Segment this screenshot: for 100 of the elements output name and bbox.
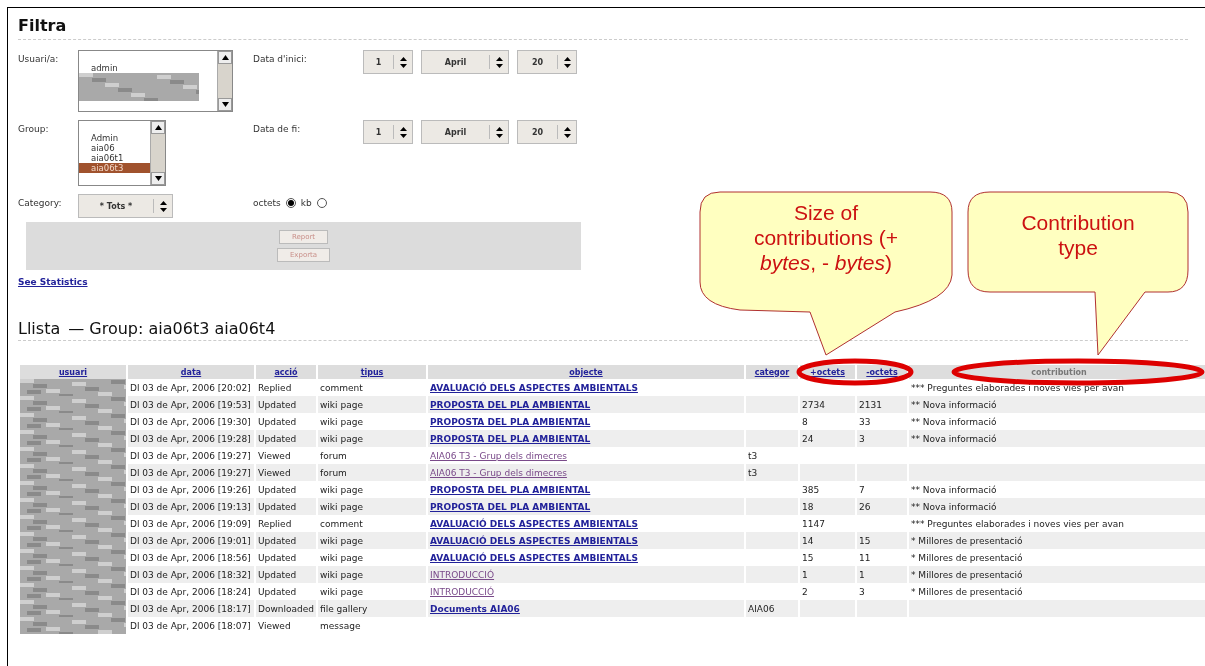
table-cell-text: Dl 03 de Apr, 2006 [19:30] [129,415,252,429]
table-cell-text: Updated [257,483,298,497]
table-cell: * Millores de presentació [909,566,1205,583]
table-cell-text: Updated [257,415,298,429]
table-cell: Updated [256,430,316,447]
table-cell-text: Dl 03 de Apr, 2006 [20:02] [129,381,252,395]
radio-label: kb [300,198,312,208]
column-header-link[interactable]: data [180,367,202,377]
group-listbox[interactable]: Admin aia06 aia06t1 aia06t3 [78,120,166,186]
table-cell: 26 [857,498,907,515]
column-header-link[interactable]: +octets [810,367,845,377]
field-label: Data de fi: [253,123,302,134]
dropdown[interactable]: * Tots * [78,194,173,218]
dropdown[interactable]: 1 [363,120,413,144]
section-title: Filtra [18,16,67,35]
table-cell: Downloaded [256,600,316,617]
table-cell-text: 15 [801,551,815,565]
table-cell-text: Updated [257,585,298,599]
table-cell-text: 8 [801,415,809,429]
table-cell: Updated [256,498,316,515]
object-link[interactable]: PROPOSTA DEL PLA AMBIENTAL [430,484,591,495]
table-cell: ** Nova informació [909,498,1205,515]
table-cell-text: forum [319,449,348,463]
callout-text: Size of contributions (+ bytes, - bytes) [752,200,900,275]
table-cell: wiki page [318,498,426,515]
column-header-link[interactable]: objecte [569,367,603,377]
object-link[interactable]: AIA06 T3 - Grup dels dimecres [430,450,567,461]
table-cell: 3 [857,430,907,447]
table-cell: file gallery [318,600,426,617]
table-cell-text: 7 [858,483,866,497]
table-cell: wiki page [318,430,426,447]
table-cell: ** Nova informació [909,396,1205,413]
table-cell: Dl 03 de Apr, 2006 [19:27] [128,464,254,481]
table-cell-text: 33 [858,415,872,429]
table-cell-text: 2 [801,585,809,599]
column-header-link[interactable]: tipus [360,367,384,377]
table-cell-text: Dl 03 de Apr, 2006 [18:56] [129,551,252,565]
table-cell-text: Dl 03 de Apr, 2006 [19:26] [129,483,252,497]
table-cell: wiki page [318,532,426,549]
table-cell-text: *** Preguntes elaborades i noves vies per avan [910,517,1125,531]
table-cell: Dl 03 de Apr, 2006 [18:17] [128,600,254,617]
table-cell: forum [318,464,426,481]
table-cell: Updated [256,532,316,549]
table-cell: 1 [857,566,907,583]
field-label: Category: [18,197,63,208]
column-header-link[interactable]: -octets [866,367,898,377]
table-cell-text: message [319,619,362,633]
field-label: Group: [18,123,50,134]
table-cell-text: comment [319,517,364,531]
object-link[interactable]: AVALUACIÓ DELS ASPECTES AMBIENTALS [430,518,638,529]
table-cell-text: wiki page [319,585,364,599]
dropdown[interactable]: 20 [517,50,577,74]
dropdown[interactable]: April [421,50,509,74]
column-header-link[interactable]: categor [754,367,790,377]
table-cell: t3 [746,464,798,481]
table-cell: 24 [800,430,855,447]
table-cell-text: 385 [801,483,821,497]
object-link[interactable]: AVALUACIÓ DELS ASPECTES AMBIENTALS [430,382,638,393]
table-cell-text: 1147 [801,517,826,531]
table-cell-text: * Millores de presentació [910,585,1024,599]
section-title: Llista [18,319,61,338]
table-cell: Updated [256,396,316,413]
field-label: Data d'inici: [253,53,308,64]
table-cell: 14 [800,532,855,549]
table-cell: wiki page [318,566,426,583]
statistics-link[interactable]: See Statistics [18,277,88,287]
table-cell: ** Nova informació [909,430,1205,447]
table-cell: Dl 03 de Apr, 2006 [19:53] [128,396,254,413]
column-header-link[interactable]: acció [274,367,298,377]
object-link[interactable]: Documents AIA06 [430,603,520,614]
table-cell: 2734 [800,396,855,413]
object-link[interactable]: INTRODUCCIÓ [430,569,495,580]
table-cell: Dl 03 de Apr, 2006 [19:01] [128,532,254,549]
table-cell-text: Dl 03 de Apr, 2006 [18:24] [129,585,252,599]
table-cell-text: Dl 03 de Apr, 2006 [19:09] [129,517,252,531]
column-header-link[interactable]: usuari [58,367,88,377]
table-cell-text: 11 [858,551,872,565]
table-cell: 15 [857,532,907,549]
dropdown[interactable]: 1 [363,50,413,74]
object-link[interactable]: INTRODUCCIÓ [430,586,495,597]
table-cell-text: Dl 03 de Apr, 2006 [19:27] [129,449,252,463]
dropdown[interactable]: April [421,120,509,144]
object-link[interactable]: AVALUACIÓ DELS ASPECTES AMBIENTALS [430,552,638,563]
table-cell-text: 3 [858,585,866,599]
table-cell: 18 [800,498,855,515]
object-link[interactable]: PROPOSTA DEL PLA AMBIENTAL [430,416,591,427]
table-cell-text: Updated [257,551,298,565]
table-cell-text: *** Preguntes elaborades i noves vies per avan [910,381,1125,395]
table-cell-text: wiki page [319,551,364,565]
table-cell: Viewed [256,464,316,481]
table-cell-text: Viewed [257,619,292,633]
table-cell-text: Replied [257,381,293,395]
table-cell-text: comment [319,381,364,395]
table-cell-text: Viewed [257,449,292,463]
table-cell: Updated [256,566,316,583]
table-cell: Dl 03 de Apr, 2006 [19:28] [128,430,254,447]
dropdown[interactable]: 20 [517,120,577,144]
table-cell: AIA06 [746,600,798,617]
table-cell-text: wiki page [319,415,364,429]
user-listbox[interactable]: admin [78,50,233,112]
